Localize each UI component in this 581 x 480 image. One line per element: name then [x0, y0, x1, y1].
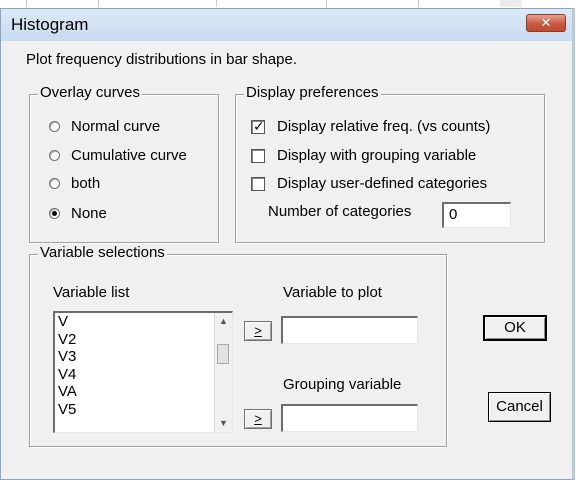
list-item[interactable]: VA: [58, 383, 77, 401]
radio-label: both: [71, 175, 101, 192]
variable-list-items: V V2 V3 V4 VA V5: [58, 313, 77, 418]
cancel-button[interactable]: Cancel: [488, 392, 551, 422]
description-text: Plot frequency distributions in bar shap…: [26, 51, 297, 68]
list-item[interactable]: V2: [58, 331, 77, 349]
ok-button[interactable]: OK: [483, 315, 547, 341]
background-block: [500, 0, 522, 7]
scroll-down-icon[interactable]: ▼: [215, 415, 232, 432]
scroll-up-icon[interactable]: ▲: [215, 313, 232, 330]
list-item[interactable]: V3: [58, 348, 77, 366]
variable-list-label: Variable list: [53, 284, 130, 301]
list-scrollbar[interactable]: ▲ ▼: [214, 313, 232, 432]
checkbox-label: Display relative freq. (vs counts): [277, 118, 491, 135]
title-bar[interactable]: Histogram ✕: [1, 9, 572, 41]
close-icon: ✕: [540, 15, 552, 30]
radio-label: Normal curve: [71, 118, 161, 135]
variable-selections-legend: Variable selections: [38, 244, 167, 261]
number-of-categories-label: Number of categories: [268, 203, 412, 220]
background-tick: [418, 0, 419, 7]
checkmark-icon: ✓: [253, 118, 265, 134]
overlay-curves-legend: Overlay curves: [38, 84, 143, 101]
variable-list[interactable]: V V2 V3 V4 VA V5 ▲ ▼: [53, 311, 233, 433]
radio-button[interactable]: [49, 121, 60, 132]
grouping-variable-field[interactable]: [281, 404, 418, 432]
background-tick: [216, 0, 217, 7]
background-tick: [26, 0, 27, 7]
number-of-categories-input[interactable]: 0: [442, 202, 511, 228]
close-button[interactable]: ✕: [526, 14, 566, 32]
variable-to-plot-field[interactable]: [281, 316, 418, 344]
dialog-body: Plot frequency distributions in bar shap…: [1, 41, 572, 479]
add-variable-to-plot-button[interactable]: >: [244, 321, 272, 341]
arrow-right-icon: >: [254, 411, 262, 426]
radio-button[interactable]: [49, 178, 60, 189]
checkbox[interactable]: [251, 149, 265, 163]
checkbox-label: Display user-defined categories: [277, 175, 488, 192]
checkbox[interactable]: ✓: [251, 118, 265, 134]
variable-to-plot-label: Variable to plot: [283, 284, 382, 301]
checkbox-label: Display with grouping variable: [277, 147, 477, 164]
radio-button[interactable]: [49, 208, 60, 219]
checkbox[interactable]: [251, 177, 265, 191]
arrow-right-icon: >: [254, 323, 262, 338]
radio-label: None: [71, 205, 107, 222]
radio-label: Cumulative curve: [71, 147, 187, 164]
background-tick: [98, 0, 99, 7]
histogram-dialog: Histogram ✕ Plot frequency distributions…: [0, 8, 575, 480]
overlay-curves-group: Overlay curves: [29, 84, 219, 243]
list-item[interactable]: V: [58, 313, 77, 331]
list-item[interactable]: V4: [58, 366, 77, 384]
grouping-variable-label: Grouping variable: [283, 376, 402, 393]
dialog-title: Histogram: [11, 15, 89, 34]
list-item[interactable]: V5: [58, 401, 77, 419]
background-tick: [326, 0, 327, 7]
display-preferences-legend: Display preferences: [244, 84, 381, 101]
background-strip: [0, 0, 581, 8]
scroll-thumb[interactable]: [217, 344, 229, 364]
radio-button[interactable]: [49, 150, 60, 161]
add-grouping-variable-button[interactable]: >: [244, 409, 272, 429]
